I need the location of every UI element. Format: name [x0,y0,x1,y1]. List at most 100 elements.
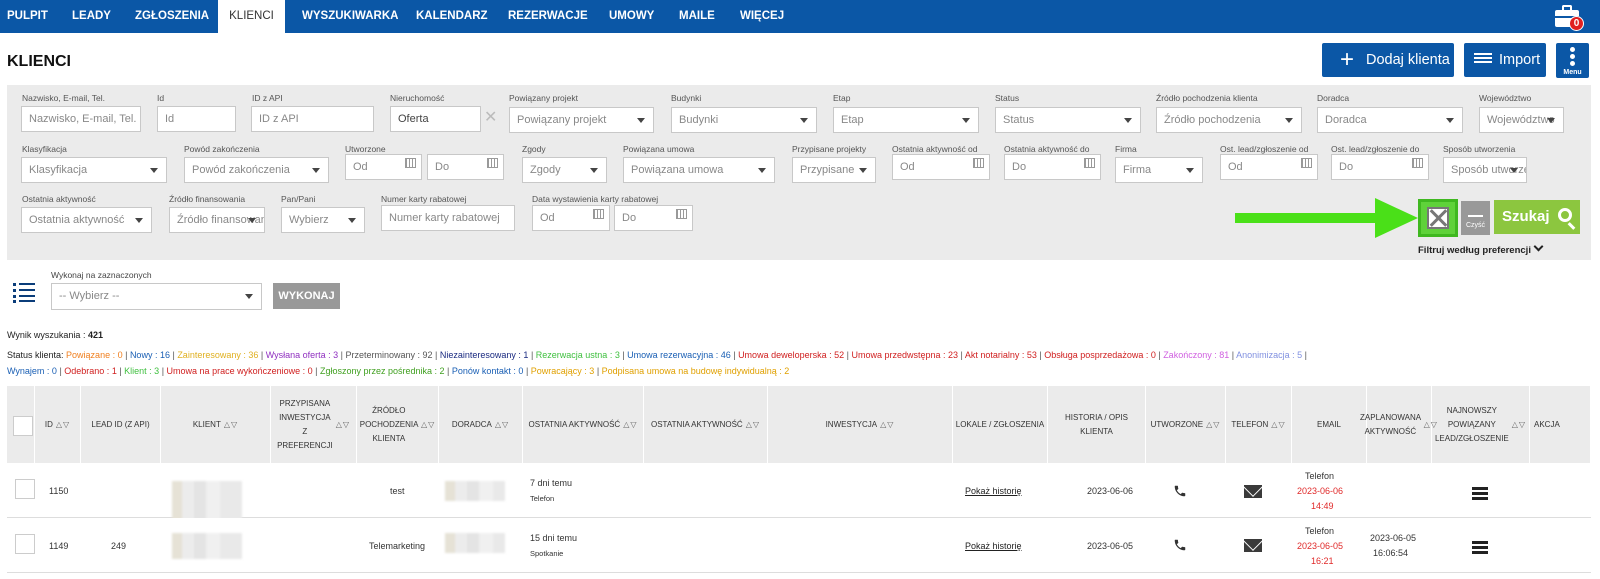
status-count[interactable]: Podpisana umowa na budowę indywidualną :… [602,366,790,376]
row-checkbox[interactable] [15,534,35,554]
classification-select[interactable]: Klasyfikacja [21,157,167,183]
mail-icon[interactable] [1244,539,1262,552]
nav-pulpit[interactable]: PULPIT [7,0,48,33]
nav-zgloszenia[interactable]: ZGŁOSZENIA [135,0,209,33]
status-count[interactable]: Umowa na prace wykończeniowe : 0 [167,366,313,376]
source-select[interactable]: Źródło pochodzenia [1156,107,1302,133]
status-count[interactable]: Wynajem : 0 [7,366,57,376]
col-client[interactable]: KLIENT △▽ [161,386,271,463]
row-checkbox[interactable] [15,479,35,499]
search-name-input[interactable]: Nazwisko, E-mail, Tel. [21,106,141,132]
cell-planned-type: Telefon [1305,526,1335,536]
contract-select[interactable]: Powiązana umowa [623,157,775,183]
preference-filter-toggle[interactable]: Filtruj według preferencji [1418,241,1544,256]
nav-wyszukiwarka[interactable]: WYSZUKIWARKA [302,0,398,33]
company-select[interactable]: Firma [1115,157,1203,183]
last-activity-from-input[interactable]: Od [892,154,990,180]
status-count[interactable]: Wysłana oferta : 3 [266,350,338,360]
creation-method-select[interactable]: Sposób utworzenia [1443,157,1527,183]
status-count[interactable]: Odebrano : 1 [64,366,117,376]
id-input[interactable]: Id [157,106,236,132]
show-history-link[interactable]: Pokaż historię [965,541,1022,551]
menu-button[interactable]: Menu [1556,43,1589,78]
stage-select[interactable]: Etap [833,107,979,133]
status-count[interactable]: Klient : 3 [124,366,159,376]
card-date-to-input[interactable]: Do [614,205,693,231]
col-last-activity-2[interactable]: OSTATNIA AKTYWNOŚĆ △▽ [644,386,768,463]
voivodeship-select[interactable]: Województwo [1479,107,1564,133]
status-count[interactable]: Przeterminowany : 92 [346,350,433,360]
table-row[interactable]: 1149 249 Telemarketing 15 dni temu Spotk… [7,518,1591,573]
col-source[interactable]: ŹRÓDŁO POCHODZENIA KLIENTA △▽ [357,386,439,463]
status-select[interactable]: Status [995,107,1141,133]
add-client-button[interactable]: + Dodaj klienta [1322,43,1454,77]
status-count[interactable]: Umowa przedwstępna : 23 [851,350,958,360]
import-button[interactable]: Import [1464,43,1546,77]
consents-select[interactable]: Zgody [522,157,607,183]
status-count[interactable]: Anonimizacja : 5 [1236,350,1302,360]
status-count[interactable]: Zgłoszony przez pośrednika : 2 [320,366,445,376]
created-from-input[interactable]: Od [345,154,422,180]
nav-maile[interactable]: MAILE [679,0,715,33]
clear-x-icon[interactable]: ✕ [484,107,497,127]
financing-select[interactable]: Źródło finansowania [169,207,265,233]
nav-klienci[interactable]: KLIENCI [218,0,285,33]
hamburger-menu-icon[interactable] [1472,487,1488,500]
col-investment[interactable]: INWESTYCJA △▽ [768,386,953,463]
buildings-select[interactable]: Budynki [671,107,817,133]
lead-to-input[interactable]: Do [1331,154,1429,180]
nav-kalendarz[interactable]: KALENDARZ [416,0,488,33]
bulk-action-select[interactable]: -- Wybierz -- [51,283,262,310]
status-count[interactable]: Akt notarialny : 53 [965,350,1037,360]
status-count[interactable]: Zainteresowany : 36 [177,350,258,360]
search-button[interactable]: Szukaj [1494,200,1580,234]
discount-card-input[interactable]: Numer karty rabatowej [381,205,515,231]
project-select[interactable]: Powiązany projekt [509,107,654,133]
status-count[interactable]: Powracający : 3 [531,366,595,376]
last-activity-select[interactable]: Ostatnia aktywność [21,207,152,233]
col-id[interactable]: ID △▽ [35,386,81,463]
excel-export-button[interactable] [1418,199,1458,237]
status-count[interactable]: Powiązane : 0 [66,350,123,360]
assigned-projects-select[interactable]: Przypisane [792,157,876,183]
status-count[interactable]: Ponów kontakt : 0 [452,366,524,376]
col-advisor[interactable]: DORADCA △▽ [439,386,523,463]
nav-umowy[interactable]: UMOWY [609,0,654,33]
col-assigned-investment[interactable]: PRZYPISANA INWESTYCJA Z PREFERENCJI △▽ [271,386,357,463]
lead-from-input[interactable]: Od [1220,154,1318,180]
hamburger-menu-icon[interactable] [1472,541,1488,554]
nav-leady[interactable]: LEADY [72,0,111,33]
status-count[interactable]: Zakończony : 81 [1163,350,1229,360]
created-to-input[interactable]: Do [427,154,504,180]
status-count[interactable]: Niezainteresowany : 1 [440,350,529,360]
nav-rezerwacje[interactable]: REZERWACJE [508,0,588,33]
col-created[interactable]: UTWORZONE △▽ [1146,386,1226,463]
status-count[interactable]: Obsługa posprzedażowa : 0 [1044,350,1156,360]
phone-icon[interactable] [1173,538,1187,552]
status-count[interactable]: Rezerwacja ustna : 3 [536,350,620,360]
execute-button[interactable]: WYKONAJ [273,283,340,309]
status-count[interactable]: Umowa deweloperska : 52 [738,350,844,360]
phone-icon[interactable] [1173,484,1187,498]
status-count[interactable]: Nowy : 16 [130,350,170,360]
last-activity-to-input[interactable]: Do [1004,154,1101,180]
property-input[interactable]: Oferta [390,106,481,132]
end-reason-select[interactable]: Powód zakończenia [184,157,329,183]
col-last-activity-1[interactable]: OSTATNIA AKTYWNOŚĆ △▽ [523,386,644,463]
clear-button[interactable]: Czyść [1461,201,1490,235]
salutation-select[interactable]: Wybierz [281,207,365,233]
mail-icon[interactable] [1244,485,1262,498]
advisor-select[interactable]: Doradca [1317,107,1463,133]
col-newest-lead[interactable]: NAJNOWSZY POWIĄZANY LEAD/ZGŁOSZENIE △▽ [1432,386,1530,463]
briefcase-icon[interactable]: 0 [1553,3,1584,31]
nav-wiecej[interactable]: WIĘCEJ [740,0,784,33]
api-id-input[interactable]: ID z API [251,106,374,132]
select-all-checkbox[interactable] [13,416,33,436]
table-row[interactable]: 1150 test 7 dni temu Telefon Pokaż histo… [7,463,1591,521]
card-date-from-input[interactable]: Od [532,205,610,231]
show-history-link[interactable]: Pokaż historię [965,486,1022,496]
status-count[interactable]: Umowa rezerwacyjna : 46 [627,350,731,360]
col-phone[interactable]: TELEFON △▽ [1226,386,1292,463]
col-planned-activity[interactable]: ZAPLANOWANA AKTYWNOŚĆ △▽ [1360,386,1437,463]
list-view-icon[interactable] [13,283,35,303]
